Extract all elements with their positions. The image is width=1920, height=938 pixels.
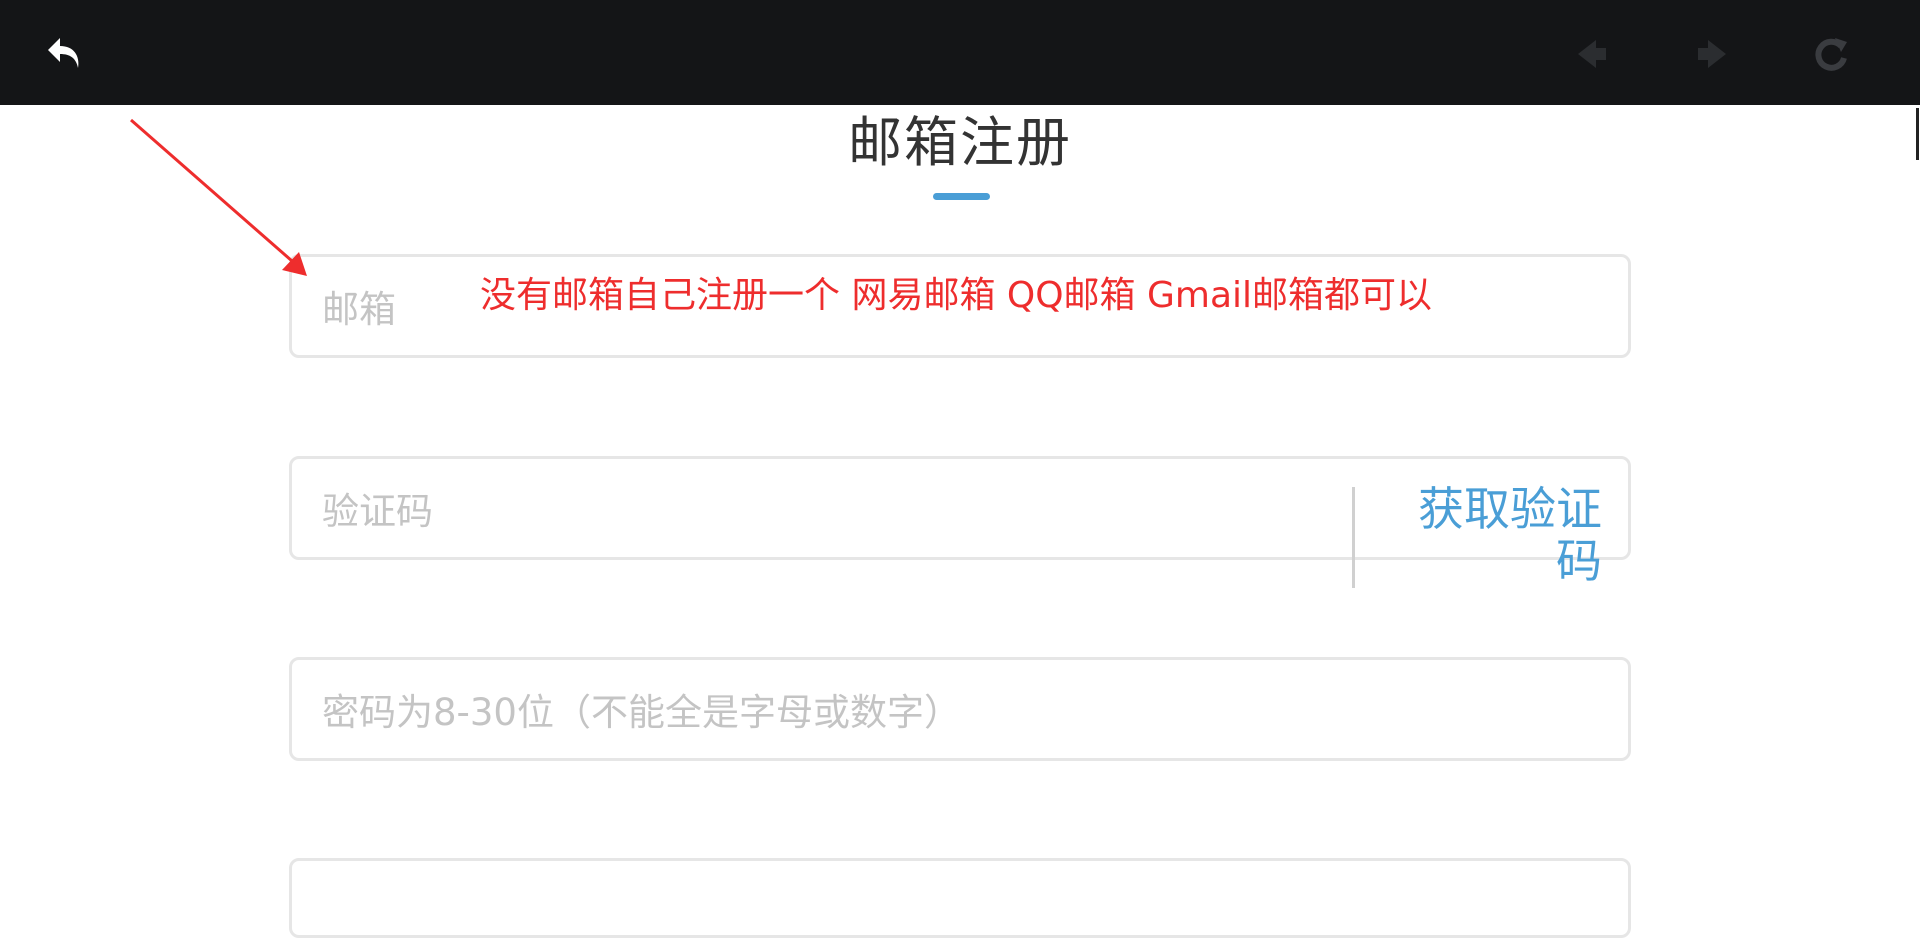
reload-icon[interactable] (1807, 30, 1855, 78)
email-placeholder: 邮箱 (322, 288, 396, 331)
title-underline (933, 193, 990, 200)
top-toolbar (0, 0, 1920, 105)
password-placeholder: 密码为8-30位（不能全是字母或数字） (322, 691, 961, 734)
page-title: 邮箱注册 (848, 111, 1072, 174)
code-placeholder: 验证码 (322, 490, 433, 533)
annotation-text: 没有邮箱自己注册一个 网易邮箱 QQ邮箱 Gmail邮箱都可以 (480, 275, 1433, 316)
prev-icon[interactable] (1568, 30, 1616, 78)
confirm-password-field[interactable] (289, 858, 1631, 938)
code-divider (1352, 487, 1355, 588)
verification-code-field[interactable]: 验证码 获取验证码 (289, 456, 1631, 588)
back-icon[interactable] (42, 30, 90, 78)
get-code-button[interactable]: 获取验证码 (1392, 483, 1602, 587)
next-icon[interactable] (1688, 30, 1736, 78)
password-field[interactable]: 密码为8-30位（不能全是字母或数字） (289, 657, 1631, 761)
